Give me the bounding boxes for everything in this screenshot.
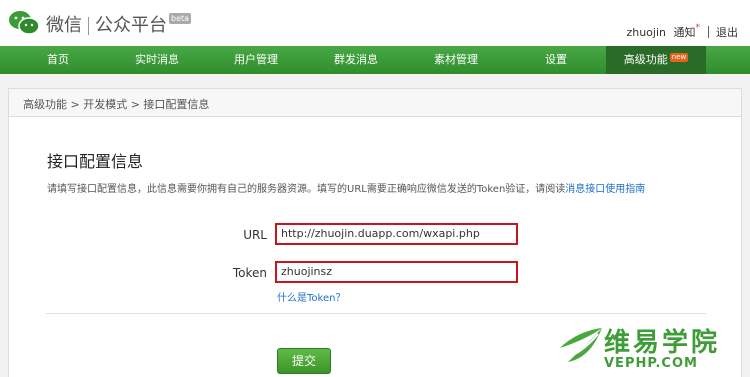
nav-item-advanced-label: 高级功能: [623, 53, 668, 66]
nav-item-home[interactable]: 首页: [14, 46, 102, 74]
submit-button[interactable]: 提交: [277, 348, 331, 374]
token-help-link[interactable]: 什么是Token？: [277, 289, 345, 304]
brand-separator: [88, 17, 89, 35]
url-label: URL: [243, 228, 267, 242]
nav-item-advanced[interactable]: 高级功能 new: [606, 46, 706, 74]
breadcrumb: 高级功能 > 开发模式 > 接口配置信息: [23, 98, 210, 111]
token-input[interactable]: zhuojinsz: [275, 261, 518, 283]
wechat-logo-icon: [9, 11, 40, 35]
api-guide-link[interactable]: 消息接口使用指南: [565, 184, 645, 195]
page-description: 请填写接口配置信息，此信息需要你拥有自己的服务器资源。填写的URL需要正确响应微…: [47, 180, 645, 195]
page-title: 接口配置信息: [47, 152, 144, 171]
form-divider: [46, 313, 706, 314]
breadcrumb-bar: 高级功能 > 开发模式 > 接口配置信息: [8, 88, 742, 116]
token-label: Token: [232, 266, 267, 280]
brand-title[interactable]: 微信 公众平台: [46, 11, 167, 37]
user-area: zhuojin 通知* 退出: [626, 23, 738, 40]
product-name: 公众平台: [95, 15, 167, 36]
nav-item-settings[interactable]: 设置: [512, 46, 600, 74]
watermark-url: VEPHP.COM: [604, 356, 698, 371]
nav-item-materials[interactable]: 素材管理: [411, 46, 501, 74]
top-bar: 微信 公众平台 beta zhuojin 通知* 退出: [0, 0, 750, 46]
notice-dot: *: [695, 23, 701, 33]
notice-label: 通知: [673, 26, 696, 39]
new-badge: new: [669, 53, 689, 62]
nav-item-user-management[interactable]: 用户管理: [212, 46, 300, 74]
divider: [707, 26, 709, 38]
watermark-text: 维易学院: [604, 328, 721, 358]
nav-item-mass-messages[interactable]: 群发消息: [311, 46, 401, 74]
beta-badge: beta: [169, 13, 192, 24]
url-input[interactable]: http://zhuojin.duapp.com/wxapi.php: [275, 223, 518, 245]
notice-link[interactable]: 通知*: [673, 23, 701, 40]
nav-item-realtime-messages[interactable]: 实时消息: [113, 46, 201, 74]
description-text: 请填写接口配置信息，此信息需要你拥有自己的服务器资源。填写的URL需要正确响应微…: [47, 184, 566, 195]
logout-link[interactable]: 退出: [716, 24, 738, 40]
main-nav: 首页 实时消息 用户管理 群发消息 素材管理 设置 高级功能 new: [0, 46, 750, 74]
brand-name: 微信: [46, 15, 82, 36]
username-link[interactable]: zhuojin: [626, 26, 666, 39]
